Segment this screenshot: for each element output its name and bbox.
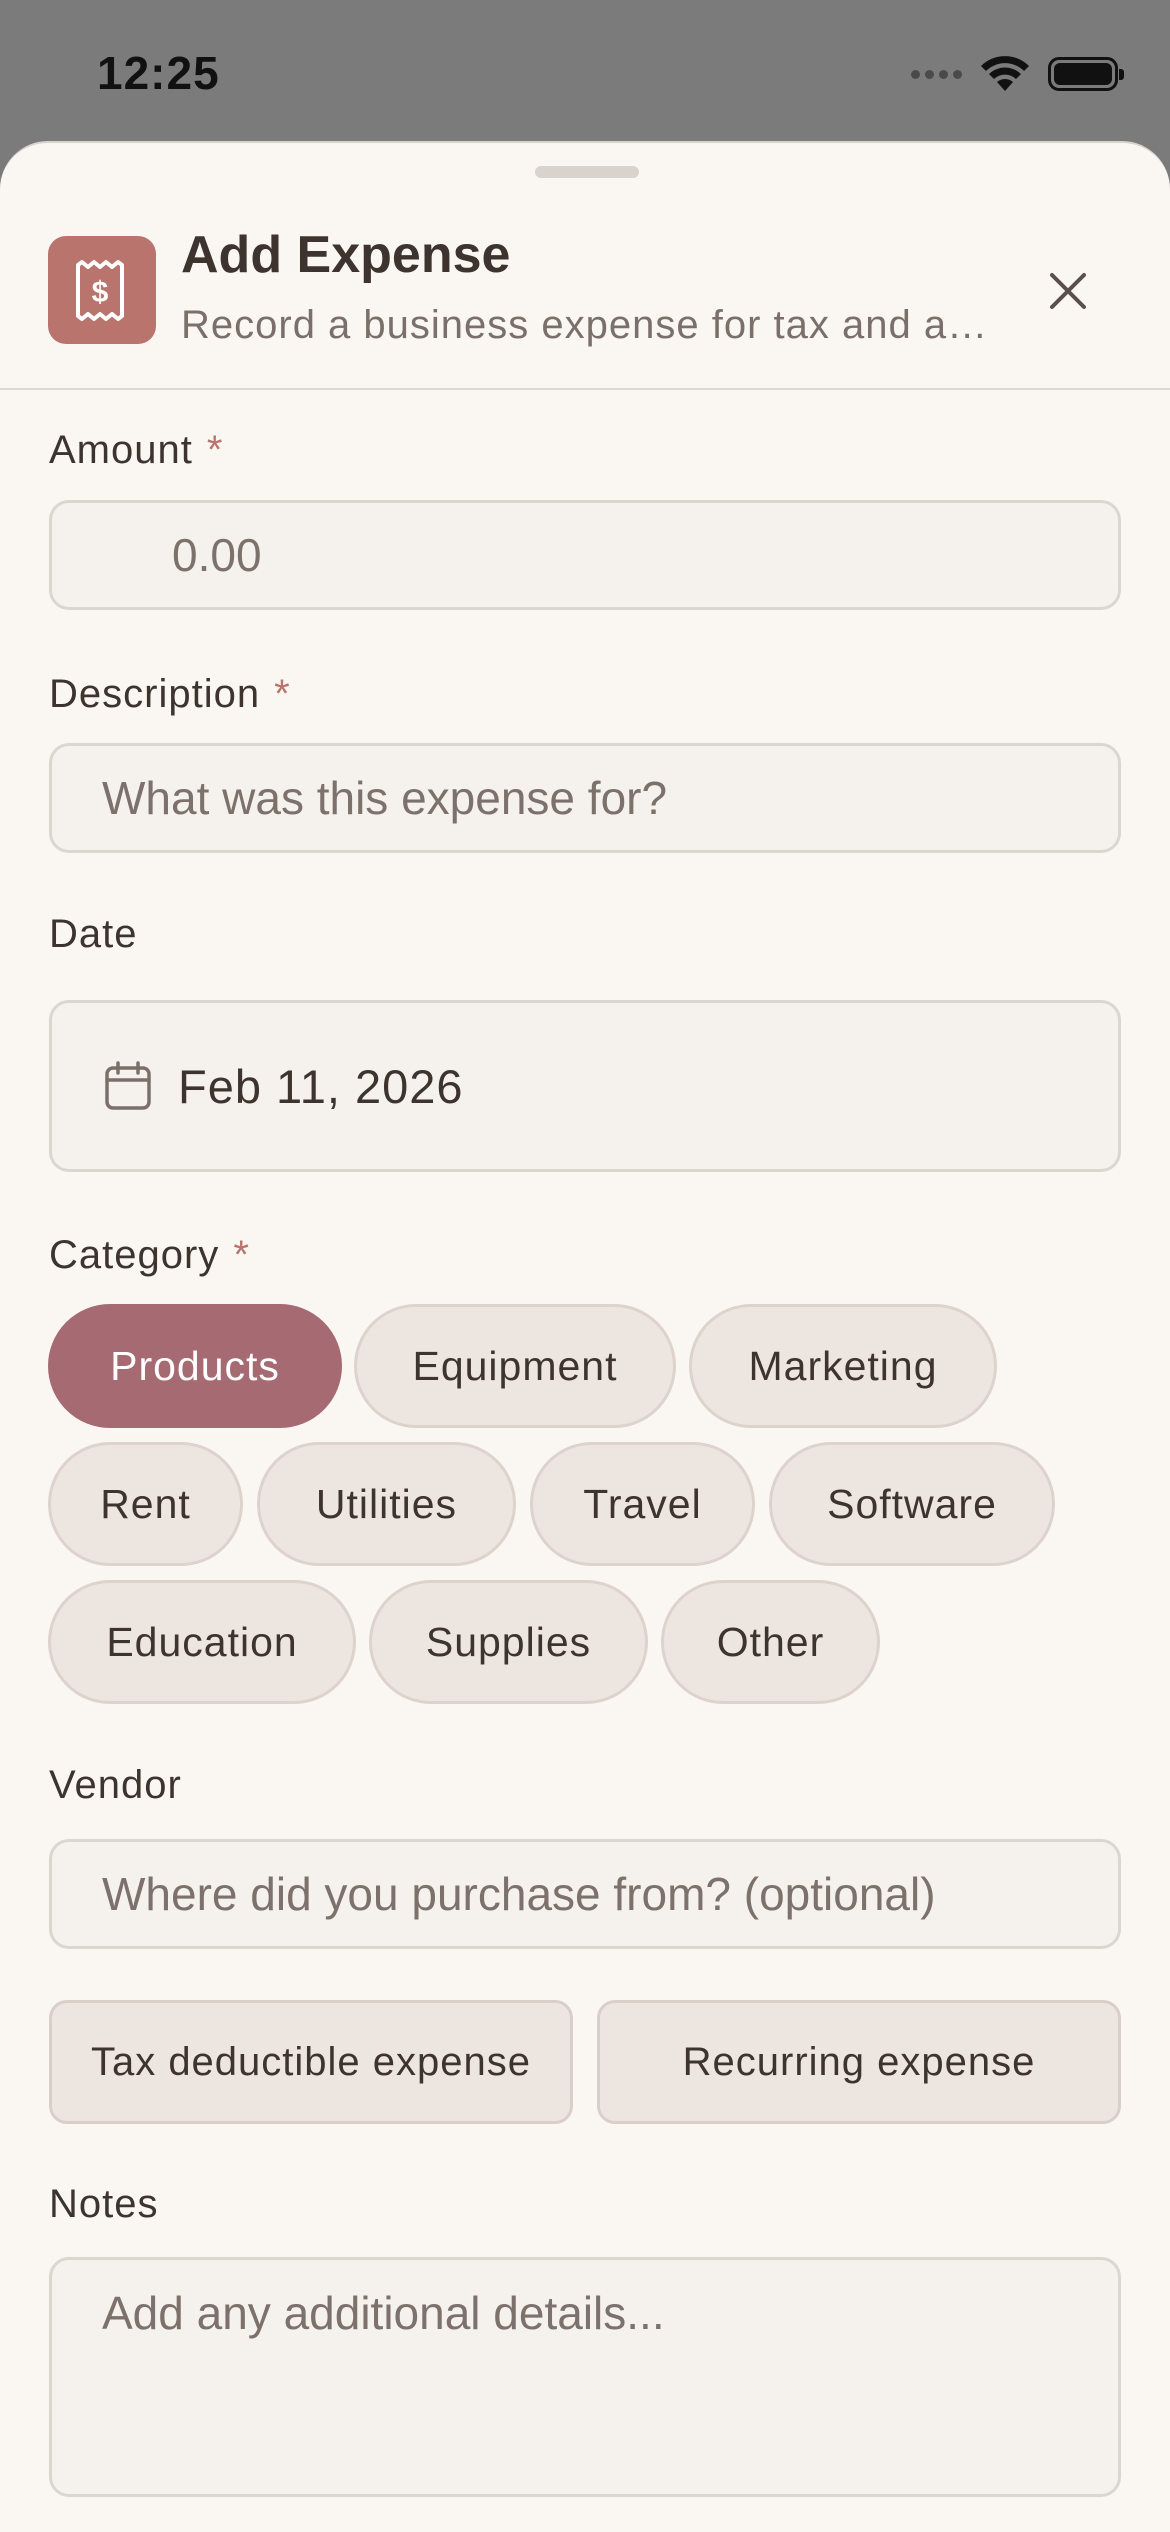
wifi-icon — [981, 56, 1029, 91]
cellular-signal-icon — [911, 69, 962, 79]
tax-deductible-toggle[interactable]: Tax deductible expense — [49, 2000, 573, 2124]
amount-placeholder: 0.00 — [172, 529, 262, 581]
date-label: Date — [49, 912, 138, 956]
required-mark: * — [274, 672, 291, 716]
category-chip-software[interactable]: Software — [769, 1442, 1055, 1566]
category-label: Category * — [49, 1233, 250, 1277]
category-chip-education[interactable]: Education — [48, 1580, 356, 1704]
category-chip-rent[interactable]: Rent — [48, 1442, 243, 1566]
date-value: Feb 11, 2026 — [178, 1059, 464, 1113]
sheet-header: $ Add Expense Record a business expense … — [0, 143, 1170, 390]
notes-label: Notes — [49, 2182, 159, 2226]
required-mark: * — [206, 428, 224, 472]
close-icon — [1050, 273, 1086, 309]
category-chip-products[interactable]: Products — [48, 1304, 342, 1428]
battery-icon — [1048, 57, 1124, 91]
close-button[interactable] — [1040, 263, 1096, 319]
description-label: Description * — [49, 672, 291, 716]
category-chip-equipment[interactable]: Equipment — [354, 1304, 676, 1428]
description-input[interactable]: What was this expense for? — [49, 743, 1121, 853]
add-expense-sheet: $ Add Expense Record a business expense … — [0, 141, 1170, 2532]
amount-label: Amount * — [49, 428, 224, 472]
vendor-input[interactable]: Where did you purchase from? (optional) — [49, 1839, 1121, 1949]
amount-input[interactable]: 0.00 — [49, 500, 1121, 610]
calendar-icon — [105, 1061, 151, 1110]
status-time: 12:25 — [97, 47, 220, 99]
vendor-label: Vendor — [49, 1763, 182, 1807]
status-icons — [911, 52, 1124, 96]
receipt-icon: $ — [48, 236, 156, 344]
notes-textarea[interactable]: Add any additional details... — [49, 2257, 1121, 2497]
page-subtitle: Record a business expense for tax and ac… — [181, 303, 1001, 347]
description-placeholder: What was this expense for? — [102, 772, 668, 824]
category-chip-utilities[interactable]: Utilities — [257, 1442, 516, 1566]
category-chip-supplies[interactable]: Supplies — [369, 1580, 648, 1704]
category-chip-other[interactable]: Other — [661, 1580, 880, 1704]
recurring-toggle[interactable]: Recurring expense — [597, 2000, 1121, 2124]
status-bar: 12:25 — [0, 0, 1170, 140]
date-picker[interactable]: Feb 11, 2026 — [49, 1000, 1121, 1172]
category-chip-travel[interactable]: Travel — [530, 1442, 755, 1566]
required-mark: * — [233, 1233, 250, 1277]
vendor-placeholder: Where did you purchase from? (optional) — [102, 1868, 936, 1920]
notes-placeholder: Add any additional details... — [102, 2287, 665, 2339]
page-title: Add Expense — [181, 226, 511, 284]
svg-text:$: $ — [92, 276, 109, 309]
category-chip-marketing[interactable]: Marketing — [689, 1304, 997, 1428]
